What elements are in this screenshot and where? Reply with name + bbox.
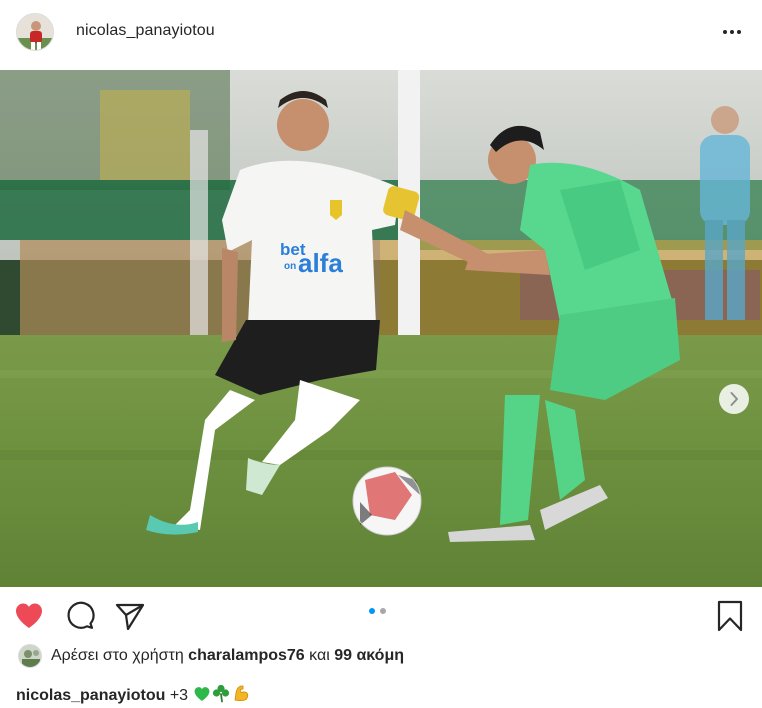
shamrock-icon xyxy=(211,683,231,708)
green-heart-icon xyxy=(193,685,211,708)
carousel-next-button[interactable] xyxy=(719,384,749,414)
heart-filled-icon[interactable] xyxy=(12,599,46,633)
post-caption: nicolas_panayiotou +3 xyxy=(16,683,251,708)
caption-text: +3 xyxy=(169,687,189,704)
likes-text: Αρέσει στο χρήστη charalampos76 και 99 α… xyxy=(51,647,404,665)
chevron-right-icon xyxy=(730,392,738,406)
avatar[interactable] xyxy=(16,13,54,51)
bookmark-icon[interactable] xyxy=(713,599,747,633)
liker-username[interactable]: charalampos76 xyxy=(188,647,305,664)
jersey-sponsor-alfa: alfa xyxy=(298,248,343,278)
post-header: nicolas_panayiotou xyxy=(0,0,762,70)
likes-others-link[interactable]: 99 ακόμη xyxy=(334,647,404,664)
more-horizontal-icon[interactable] xyxy=(716,20,748,44)
jersey-sponsor-on: on xyxy=(284,261,296,272)
football-match-photo: bet on alfa xyxy=(0,70,762,587)
flexed-biceps-icon xyxy=(231,683,251,708)
share-icon[interactable] xyxy=(113,599,147,633)
instagram-post: nicolas_panayiotou bet on alfa Αρέσει στ… xyxy=(0,0,762,708)
likes-row: Αρέσει στο χρήστη charalampos76 και 99 α… xyxy=(0,643,762,671)
liker-avatar[interactable] xyxy=(18,644,42,668)
carousel-dot xyxy=(380,608,386,614)
avatar-image xyxy=(17,14,53,50)
comment-icon[interactable] xyxy=(63,599,97,633)
post-username[interactable]: nicolas_panayiotou xyxy=(76,22,215,40)
caption-username[interactable]: nicolas_panayiotou xyxy=(16,687,165,704)
likes-connector: και xyxy=(309,647,330,664)
carousel-dot-active xyxy=(369,608,375,614)
post-photo[interactable]: bet on alfa xyxy=(0,70,762,587)
likes-prefix: Αρέσει στο χρήστη xyxy=(51,647,184,664)
action-bar xyxy=(0,587,762,645)
